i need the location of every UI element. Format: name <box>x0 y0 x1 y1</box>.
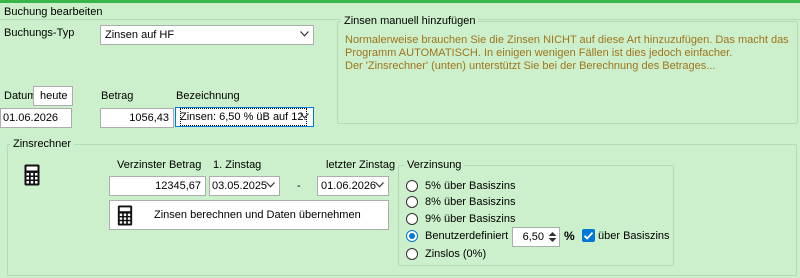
manual-interest-note-line-2: Programm AUTOMATISCH. In einigen wenigen… <box>345 47 733 59</box>
date-field[interactable]: 01.06.2026 <box>0 108 72 128</box>
over-base-label: über Basiszins <box>598 230 670 242</box>
date-range-separator: - <box>297 180 301 192</box>
last-day-label: letzter Zinstag <box>326 159 396 171</box>
calculate-interest-button[interactable]: Zinsen berechnen und Daten übernehmen <box>109 200 389 230</box>
manual-interest-note-line-1: Normalerweise brauchen Sie die Zinsen NI… <box>345 34 789 46</box>
custom-rate-spinner[interactable] <box>546 229 558 245</box>
rate-option-9-label: 9% über Basiszins <box>425 213 516 225</box>
manual-interest-note-line-3: Der 'Zinsrechner' (unten) unterstützt Si… <box>345 60 716 72</box>
chevron-down-icon <box>300 113 309 119</box>
rate-option-9-radio[interactable] <box>406 213 418 225</box>
amount-field[interactable]: 1056,43 <box>100 108 174 128</box>
first-day-value: 03.05.2025 <box>212 180 268 192</box>
custom-rate-value: 6,50 <box>522 231 544 243</box>
custom-rate-stepper[interactable]: 6,50 <box>512 227 560 247</box>
rate-option-custom-radio[interactable] <box>406 230 418 242</box>
last-day-select[interactable]: 01.06.2026 <box>317 176 389 196</box>
rate-option-8-radio[interactable] <box>406 196 418 208</box>
booking-type-select[interactable]: Zinsen auf HF <box>100 25 314 45</box>
principal-label: Verzinster Betrag <box>117 159 202 171</box>
description-label: Bezeichnung <box>176 90 240 102</box>
manual-interest-title: Zinsen manuell hinzufügen <box>341 15 479 27</box>
chevron-down-icon <box>300 31 309 37</box>
rate-option-zero-radio[interactable] <box>406 248 418 260</box>
date-label: Datum <box>4 90 37 102</box>
booking-type-label: Buchungs-Typ <box>4 27 75 39</box>
last-day-value: 01.06.2026 <box>321 180 377 192</box>
rate-option-5-radio[interactable] <box>406 180 418 192</box>
rate-option-5-label: 5% über Basiszins <box>425 180 516 192</box>
description-select[interactable]: Zinsen: 6,50 % üB auf 12. <box>175 107 314 127</box>
rate-option-custom-label: Benutzerdefiniert <box>425 230 509 242</box>
principal-field[interactable]: 12345,67 <box>109 176 206 196</box>
window-top-border <box>0 0 800 3</box>
checkmark-icon <box>583 231 594 240</box>
today-button[interactable]: heute <box>33 86 73 106</box>
chevron-down-icon <box>266 182 275 188</box>
rate-option-8-label: 8% über Basiszins <box>425 196 516 208</box>
first-day-label: 1. Zinstag <box>213 159 262 171</box>
booking-type-value: Zinsen auf HF <box>105 29 175 41</box>
interest-rate-title: Verzinsung <box>404 159 465 171</box>
chevron-down-icon <box>375 182 384 188</box>
calculator-icon <box>117 205 133 226</box>
section-title-booking: Buchung bearbeiten <box>4 6 103 18</box>
rate-option-zero-label: Zinslos (0%) <box>425 248 487 260</box>
description-value: Zinsen: 6,50 % üB auf 12. <box>180 108 307 126</box>
interest-calculator-title: Zinsrechner <box>10 138 75 150</box>
calculate-interest-label: Zinsen berechnen und Daten übernehmen <box>154 209 361 221</box>
calculator-icon <box>24 164 40 186</box>
amount-label: Betrag <box>101 90 134 102</box>
over-base-checkbox[interactable] <box>582 229 595 242</box>
spin-up-icon[interactable] <box>546 229 558 237</box>
first-day-select[interactable]: 03.05.2025 <box>209 176 280 196</box>
spin-down-icon[interactable] <box>546 237 558 245</box>
percent-sign: % <box>564 229 575 243</box>
